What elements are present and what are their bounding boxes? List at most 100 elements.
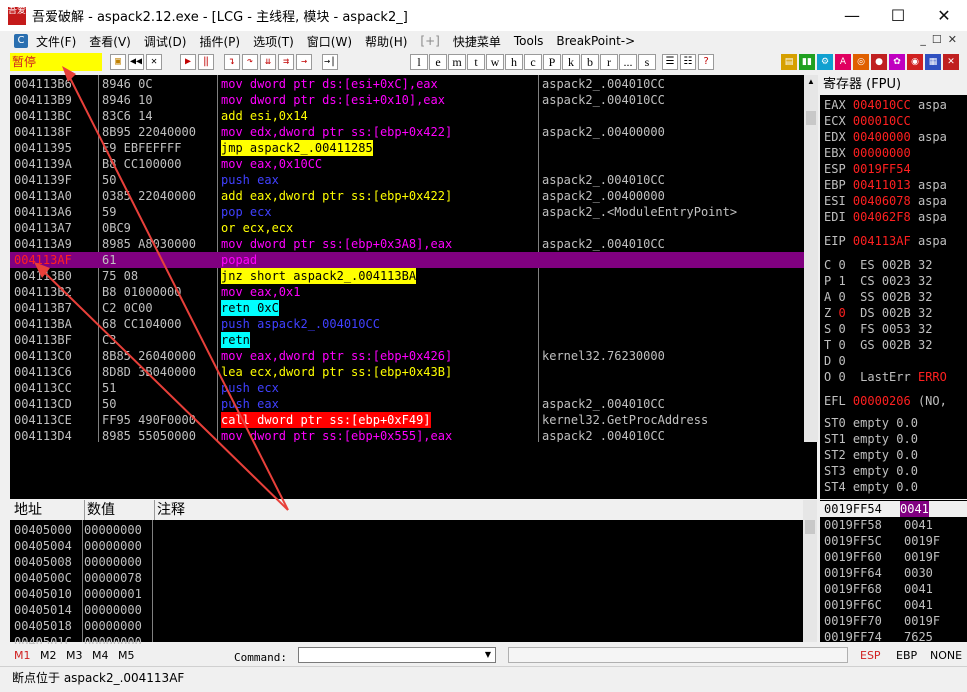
register-row[interactable]: ESI 00406078 aspa [824, 193, 947, 209]
toolbar-memory-button[interactable]: m [448, 54, 466, 70]
fpu-row[interactable]: ST4 empty 0.0 [824, 479, 918, 495]
dump-col-comment[interactable]: 注释 [154, 500, 185, 520]
step-into-icon[interactable]: ↴ [224, 54, 240, 70]
menu-options[interactable]: 选项(T) [253, 33, 294, 50]
mem-tab-m2[interactable]: M2 [40, 649, 57, 662]
disasm-row[interactable]: 004113B6 8946 0C mov dword ptr ds:[esi+0xC… [10, 76, 804, 92]
menu-plugins[interactable]: 插件(P) [199, 33, 240, 50]
disasm-row[interactable]: 004113AF 61 popad [10, 252, 804, 268]
pause-icon[interactable]: ‖ [198, 54, 214, 70]
step-over-icon[interactable]: ↷ [242, 54, 258, 70]
run-icon[interactable]: ▶ [180, 54, 196, 70]
disasm-row[interactable]: 004113B0 75 08 jnz short aspack2_.004113BA [10, 268, 804, 284]
disasm-row[interactable]: 004113CC 51 push ecx [10, 380, 804, 396]
cpu-window-icon[interactable]: C [14, 34, 28, 48]
registers-header[interactable]: 寄存器 (FPU) [820, 75, 967, 95]
close-process-icon[interactable]: ✕ [146, 54, 162, 70]
flag-row[interactable]: C 0 ES 002B 32 [824, 257, 932, 273]
toolbar-references-button[interactable]: r [600, 54, 618, 70]
flag-row[interactable]: D 0 [824, 353, 875, 369]
register-row[interactable]: EBP 00411013 aspa [824, 177, 947, 193]
dump-scroll-thumb[interactable] [805, 520, 815, 534]
plugin-record-icon[interactable]: ● [871, 54, 887, 70]
menu-file[interactable]: 文件(F) [36, 33, 76, 50]
flag-row[interactable]: P 1 CS 0023 32 [824, 273, 932, 289]
register-row[interactable]: ESP 0019FF54 [824, 161, 918, 177]
dump-col-address[interactable]: 地址 [14, 500, 42, 520]
restart-icon[interactable]: ◀◀ [128, 54, 144, 70]
toolbar-handles-button[interactable]: h [505, 54, 523, 70]
stack-row[interactable]: 0019FF64 0030 [824, 565, 933, 581]
dump-row[interactable]: 00405010 00000001 [14, 586, 142, 602]
plugin-open-icon[interactable]: ▤ [781, 54, 797, 70]
mem-tab-m1[interactable]: M1 [14, 649, 31, 662]
disasm-row[interactable]: 004113CE FF95 490F0000 call dword ptr ss:[… [10, 412, 804, 428]
flag-row[interactable]: A 0 SS 002B 32 [824, 289, 932, 305]
register-row[interactable]: EDX 00400000 aspa [824, 129, 947, 145]
menu-shortcut[interactable]: 快捷菜单 [453, 33, 501, 50]
toolbar-breakpoints-button[interactable]: b [581, 54, 599, 70]
mem-tab-m5[interactable]: M5 [118, 649, 135, 662]
disasm-row[interactable]: 004113A0 0385 22040000 add eax,dword ptr s… [10, 188, 804, 204]
disasm-row[interactable]: 004113A6 59 pop ecx aspack2_.<ModuleEntryPo… [10, 204, 804, 220]
stack-row[interactable]: 0019FF58 0041 [824, 517, 933, 533]
ebp-button[interactable]: EBP [896, 649, 917, 662]
disasm-row[interactable]: 004113BF C3 retn [10, 332, 804, 348]
toolbar-modules-button[interactable]: e [429, 54, 447, 70]
mem-tab-m4[interactable]: M4 [92, 649, 109, 662]
toolbar-runtrace-button[interactable]: ... [619, 54, 637, 70]
disasm-row[interactable]: 004113A9 8985 A8030000 mov dword ptr ss:[e… [10, 236, 804, 252]
fpu-row[interactable]: ST3 empty 0.0 [824, 463, 918, 479]
disassembly-scrollbar[interactable]: ▲ [804, 75, 818, 442]
mdi-restore-button[interactable]: ☐ [932, 33, 942, 46]
toolbar-cpu-button[interactable]: c [524, 54, 542, 70]
plugin-calc-icon[interactable]: ▦ [925, 54, 941, 70]
dump-row[interactable]: 00405018 00000000 [14, 618, 142, 634]
toolbar-patches-button[interactable]: P [543, 54, 561, 70]
memory-dump-pane[interactable]: 地址 数值 注释 00405000 00000000 00405004 0000000… [10, 500, 817, 649]
efl-row[interactable]: EFL 00000206 (NO, [824, 393, 947, 409]
goto-icon[interactable]: →| [322, 54, 338, 70]
flag-row[interactable]: S 0 FS 0053 32 [824, 321, 932, 337]
eip-row[interactable]: EIP 004113AF aspa [824, 233, 947, 249]
plugin-flower-icon[interactable]: ✿ [889, 54, 905, 70]
dump-row[interactable]: 00405004 00000000 [14, 538, 142, 554]
stack-row[interactable]: 0019FF68 0041 [824, 581, 933, 597]
disasm-row[interactable]: 0041139F 50 push eax aspack2_.004010CC [10, 172, 804, 188]
minimize-button[interactable]: — [829, 0, 875, 31]
menu-breakpoint[interactable]: BreakPoint-> [556, 34, 635, 48]
registers-pane[interactable]: 寄存器 (FPU) EAX 004010CC aspa ECX 000010CC … [820, 75, 967, 499]
trace-over-icon[interactable]: ⇉ [278, 54, 294, 70]
toolbar-windows-button[interactable]: w [486, 54, 504, 70]
disasm-row[interactable]: 004113C6 8D8D 3B040000 lea ecx,dword ptr s… [10, 364, 804, 380]
plugin-gear-icon[interactable]: ⚙ [817, 54, 833, 70]
plugin-stop-icon[interactable]: ◉ [907, 54, 923, 70]
help-icon[interactable]: ? [698, 54, 714, 70]
disasm-row[interactable]: 0041139A B8 CC100000 mov eax,0x10CC [10, 156, 804, 172]
register-row[interactable]: EBX 00000000 [824, 145, 918, 161]
menu-view[interactable]: 查看(V) [89, 33, 131, 50]
fpu-row[interactable]: ST0 empty 0.0 [824, 415, 918, 431]
dump-row[interactable]: 00405014 00000000 [14, 602, 142, 618]
stack-row[interactable]: 0019FF70 0019F [824, 613, 940, 629]
toolbar-log-button[interactable]: l [410, 54, 428, 70]
maximize-button[interactable]: ☐ [875, 0, 921, 31]
disasm-row[interactable]: 004113C0 8B85 26040000 mov eax,dword ptr s… [10, 348, 804, 364]
esp-button[interactable]: ESP [860, 649, 881, 662]
fpu-row[interactable]: ST1 empty 0.0 [824, 431, 918, 447]
disasm-row[interactable]: 004113B2 B8 01000000 mov eax,0x1 [10, 284, 804, 300]
stack-row[interactable]: 0019FF6C 0041 [824, 597, 933, 613]
plugin-resume-icon[interactable]: ▮▮ [799, 54, 815, 70]
dump-row[interactable]: 00405000 00000000 [14, 522, 142, 538]
disassembly-pane[interactable]: 004113B6 8946 0C mov dword ptr ds:[esi+0xC… [10, 75, 804, 442]
disasm-row[interactable]: 004113CD 50 push eax aspack2_.004010CC [10, 396, 804, 412]
dump-col-value[interactable]: 数值 [84, 500, 115, 520]
disasm-row[interactable]: 004113BC 83C6 14 add esi,0x14 [10, 108, 804, 124]
toolbar-threads-button[interactable]: t [467, 54, 485, 70]
menu-help[interactable]: 帮助(H) [365, 33, 407, 50]
fpu-row[interactable]: ST2 empty 0.0 [824, 447, 918, 463]
disassembly-scroll-thumb[interactable] [806, 111, 816, 125]
menu-tools[interactable]: Tools [514, 34, 544, 48]
menu-plus[interactable]: [+] [420, 34, 439, 48]
flag-row[interactable]: O 0 LastErr ERRO [824, 369, 954, 385]
